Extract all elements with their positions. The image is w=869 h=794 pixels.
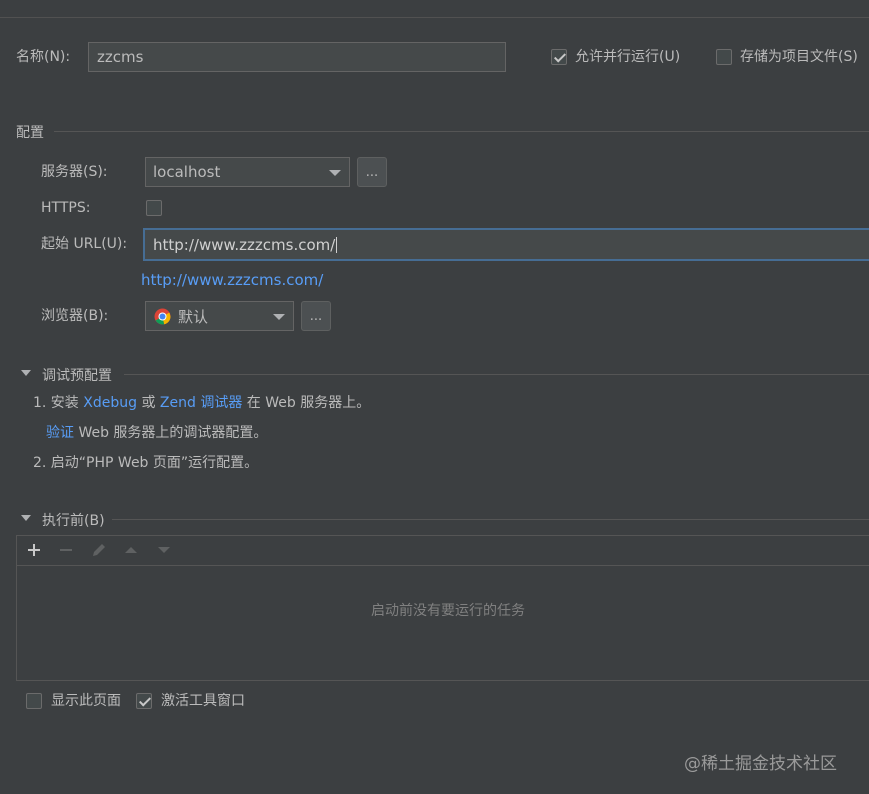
- config-separator: [54, 131, 869, 132]
- start-url-label: 起始 URL(U):: [41, 236, 128, 252]
- browser-label: 浏览器(B):: [41, 308, 109, 324]
- move-up-icon[interactable]: [123, 542, 139, 558]
- verify-link[interactable]: 验证: [46, 425, 74, 441]
- verify-suffix: Web 服务器上的调试器配置。: [78, 425, 268, 441]
- step1-prefix: 1. 安装: [33, 395, 79, 411]
- debug-step2: 2. 启动“PHP Web 页面”运行配置。: [33, 455, 259, 471]
- store-as-project-checkbox[interactable]: [716, 49, 732, 65]
- move-down-icon[interactable]: [156, 542, 172, 558]
- step1-suffix: 在 Web 服务器上。: [246, 395, 371, 411]
- browser-select-value: 默认: [178, 307, 209, 326]
- show-page-label: 显示此页面: [51, 693, 121, 709]
- debug-separator: [124, 374, 869, 375]
- show-page-checkbox[interactable]: [26, 693, 42, 709]
- start-url-preview-link[interactable]: http://www.zzzcms.com/: [141, 271, 323, 289]
- before-launch-toolbar: [17, 536, 869, 566]
- remove-icon[interactable]: [58, 542, 74, 558]
- server-select-value: localhost: [153, 163, 221, 181]
- name-input-value: zzcms: [97, 48, 144, 66]
- chevron-down-icon: [273, 314, 285, 320]
- text-caret: [336, 236, 338, 253]
- server-label: 服务器(S):: [41, 164, 108, 180]
- browser-select[interactable]: 默认: [145, 301, 294, 331]
- before-launch-title[interactable]: 执行前(B): [42, 510, 105, 530]
- watermark: @稀土掘金技术社区: [684, 754, 837, 774]
- allow-parallel-label: 允许并行运行(U): [575, 49, 681, 65]
- before-launch-panel: 启动前没有要运行的任务: [16, 535, 869, 681]
- top-divider: [0, 17, 869, 18]
- debug-step1: 1. 安装 Xdebug 或 Zend 调试器 在 Web 服务器上。: [33, 394, 370, 412]
- debug-section-title[interactable]: 调试预配置: [42, 365, 112, 385]
- store-as-project-label: 存储为项目文件(S): [740, 49, 858, 65]
- before-launch-separator: [112, 519, 869, 520]
- edit-icon[interactable]: [91, 542, 107, 558]
- browser-more-button[interactable]: ...: [301, 301, 331, 331]
- xdebug-link[interactable]: Xdebug: [83, 395, 137, 411]
- activate-tool-window-label: 激活工具窗口: [161, 693, 245, 709]
- collapse-triangle-icon[interactable]: [21, 370, 31, 376]
- server-select[interactable]: localhost: [145, 157, 350, 187]
- start-url-input[interactable]: http://www.zzzcms.com/: [143, 228, 869, 261]
- chevron-down-icon: [329, 170, 341, 176]
- https-checkbox[interactable]: [146, 200, 162, 216]
- chrome-icon: [154, 308, 171, 324]
- debug-verify: 验证 Web 服务器上的调试器配置。: [46, 424, 267, 442]
- server-more-button[interactable]: ...: [357, 157, 387, 187]
- config-section-title: 配置: [16, 125, 44, 141]
- zend-debugger-link[interactable]: Zend 调试器: [160, 395, 242, 411]
- step1-or: 或: [141, 395, 156, 411]
- add-icon[interactable]: [26, 542, 42, 558]
- name-input[interactable]: zzcms: [88, 42, 506, 72]
- https-label: HTTPS:: [41, 200, 91, 216]
- name-label: 名称(N):: [16, 49, 71, 65]
- allow-parallel-checkbox[interactable]: [551, 49, 567, 65]
- start-url-value: http://www.zzzcms.com/: [153, 235, 336, 254]
- activate-tool-window-checkbox[interactable]: [136, 693, 152, 709]
- collapse-triangle-icon[interactable]: [21, 515, 31, 521]
- empty-task-message: 启动前没有要运行的任务: [371, 603, 525, 619]
